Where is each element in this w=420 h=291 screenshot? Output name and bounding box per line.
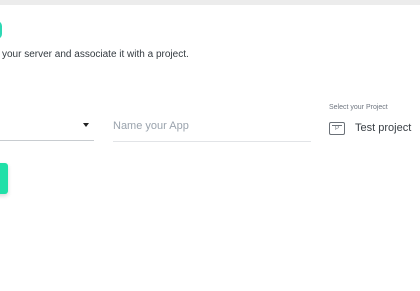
page: your server and associate it with a proj… xyxy=(0,0,420,291)
submit-button[interactable] xyxy=(0,163,8,194)
project-icon-letter: P xyxy=(334,126,339,132)
chevron-down-icon xyxy=(83,123,89,127)
project-select-value: Test project xyxy=(355,122,412,134)
server-select[interactable] xyxy=(0,114,94,141)
page-description: your server and associate it with a proj… xyxy=(2,49,189,60)
step-indicator-icon xyxy=(0,21,2,39)
project-select[interactable]: P Test project xyxy=(329,118,420,140)
project-select-label: Select your Project xyxy=(329,104,388,111)
app-name-input[interactable] xyxy=(113,120,303,132)
app-name-field[interactable] xyxy=(113,114,311,142)
project-icon: P xyxy=(329,122,345,135)
top-bar xyxy=(0,0,420,5)
